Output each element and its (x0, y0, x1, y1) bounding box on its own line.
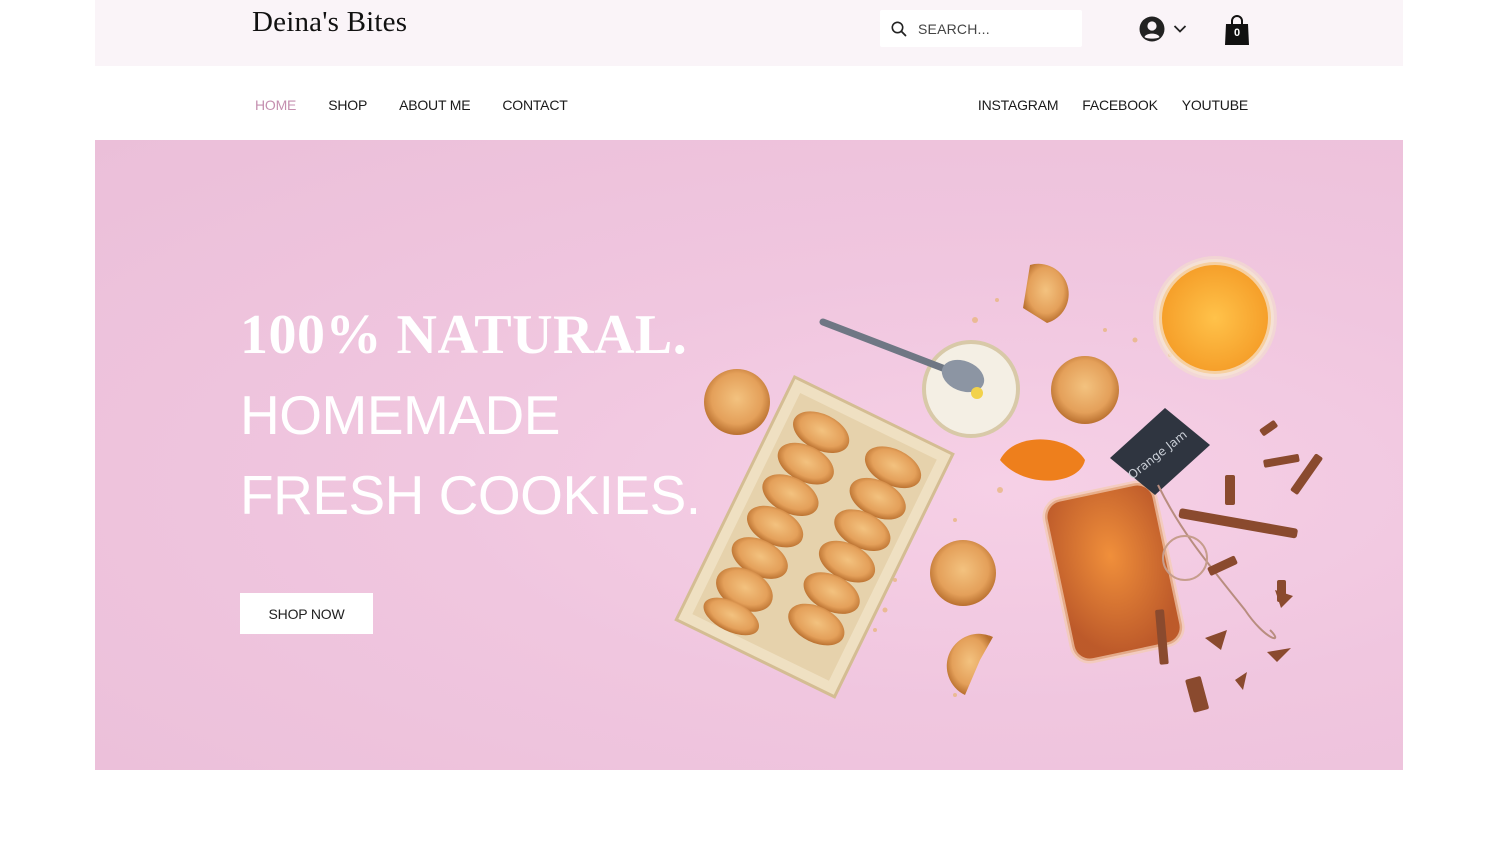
hero-headline-3: FRESH COOKIES. (240, 464, 701, 526)
social-link-facebook[interactable]: FACEBOOK (1082, 97, 1158, 113)
nav-item-home[interactable]: HOME (255, 97, 296, 113)
shop-now-button[interactable]: SHOP NOW (240, 593, 373, 634)
social-link-instagram[interactable]: INSTAGRAM (978, 97, 1059, 113)
search-input[interactable] (916, 19, 1070, 38)
account-menu[interactable] (1139, 16, 1187, 42)
hero-headline-2: HOMEMADE (240, 384, 560, 446)
site-logo[interactable]: Deina's Bites (252, 6, 407, 39)
nav-item-contact[interactable]: CONTACT (502, 97, 567, 113)
nav-item-about-me[interactable]: ABOUT ME (399, 97, 470, 113)
social-link-youtube[interactable]: YOUTUBE (1182, 97, 1248, 113)
cart-button[interactable]: 0 (1224, 15, 1250, 46)
search-icon (891, 21, 907, 36)
search-box[interactable] (880, 10, 1082, 47)
hero-headline-1: 100% NATURAL. (240, 304, 688, 366)
site: Deina's Bites 0 (95, 0, 1403, 770)
header-bar: Deina's Bites 0 (95, 0, 1403, 66)
cart-count: 0 (1233, 27, 1241, 39)
chevron-down-icon (1173, 25, 1187, 33)
hero-image: Orange Jam (674, 256, 1323, 713)
nav-links-left: HOME SHOP ABOUT ME CONTACT (255, 97, 600, 113)
social-links: INSTAGRAM FACEBOOK YOUTUBE (954, 97, 1248, 113)
hero-banner: Orange Jam 100% NATURAL. HOMEMADE FRESH … (95, 140, 1403, 770)
main-nav: HOME SHOP ABOUT ME CONTACT INSTAGRAM FAC… (95, 66, 1403, 140)
account-icon (1139, 16, 1165, 42)
nav-item-shop[interactable]: SHOP (328, 97, 367, 113)
